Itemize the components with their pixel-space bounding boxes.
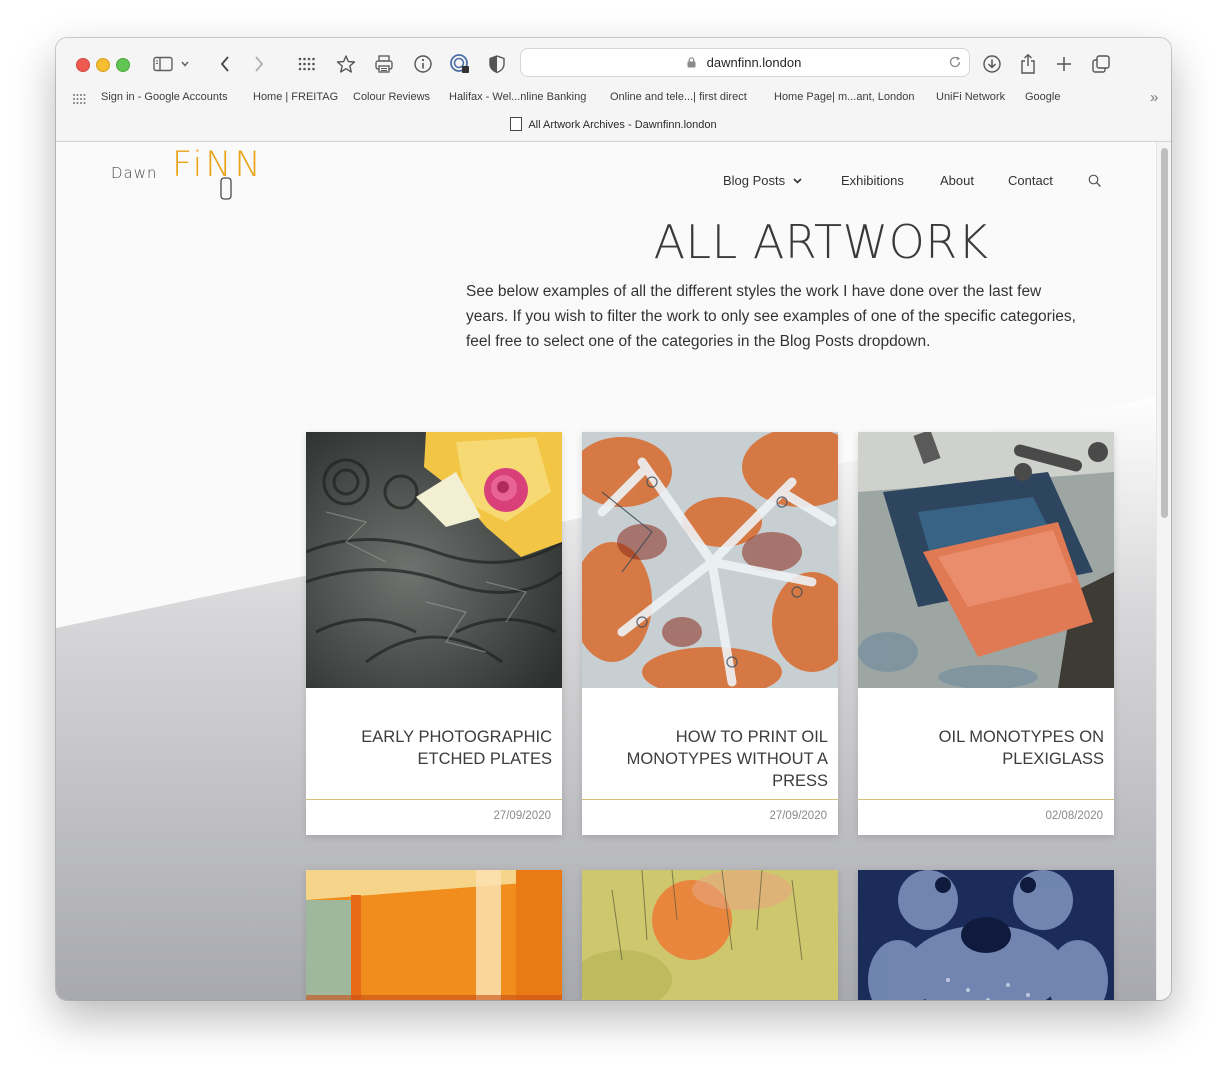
zoom-window-button[interactable] [116, 58, 130, 72]
tab-active[interactable]: All Artwork Archives - Dawnfinn.london [56, 110, 1171, 141]
shield-icon[interactable] [485, 52, 509, 76]
artwork-card-date: 27/09/2020 [493, 810, 551, 822]
card-divider [306, 799, 562, 800]
nav-exhibitions[interactable]: Exhibitions [841, 173, 904, 188]
info-icon[interactable] [411, 52, 435, 76]
artwork-card[interactable]: OIL MONOTYPES ON PLEXIGLASS 02/08/2020 [858, 432, 1114, 835]
reload-icon[interactable] [948, 55, 962, 69]
new-tab-icon[interactable] [1052, 52, 1076, 76]
browser-window: dawnfinn.london Sign in - Google Account… [56, 38, 1171, 1000]
artwork-image[interactable] [582, 870, 838, 1000]
artwork-image[interactable] [582, 432, 838, 688]
share-icon[interactable] [1016, 52, 1040, 76]
artwork-card[interactable] [306, 870, 562, 1000]
star-icon[interactable] [334, 52, 358, 76]
close-window-button[interactable] [76, 58, 90, 72]
logo-finn-text: FiNN [172, 145, 264, 185]
browser-toolbar: dawnfinn.london [56, 38, 1171, 90]
download-icon[interactable] [980, 52, 1004, 76]
bookmark-item[interactable]: UniFi Network [936, 91, 1005, 103]
bookmarks-bar: Sign in - Google Accounts Home | FREITAG… [56, 89, 1171, 110]
bookmark-item[interactable]: Home | FREITAG [253, 91, 338, 103]
artwork-image[interactable] [858, 432, 1114, 688]
bookmark-item[interactable]: Halifax - Wel...nline Banking [449, 91, 586, 103]
minimize-window-button[interactable] [96, 58, 110, 72]
forward-icon[interactable] [247, 52, 271, 76]
address-bar[interactable]: dawnfinn.london [521, 49, 969, 76]
chevron-down-icon [793, 178, 802, 184]
scrollbar-thumb[interactable] [1161, 148, 1168, 518]
nav-blog-posts-label: Blog Posts [723, 173, 786, 188]
apps-grid-icon[interactable] [72, 93, 86, 105]
bookmark-item[interactable]: Sign in - Google Accounts [101, 91, 228, 103]
page-intro: See below examples of all the different … [466, 283, 1076, 350]
artwork-card[interactable]: HOW TO PRINT OIL MONOTYPES WITHOUT A PRE… [582, 432, 838, 835]
search-icon[interactable] [1088, 174, 1102, 188]
logo-mark-icon [220, 177, 232, 200]
artwork-card-date: 27/09/2020 [769, 810, 827, 822]
bookmark-item[interactable]: Colour Reviews [353, 91, 430, 103]
tab-title: All Artwork Archives - Dawnfinn.london [528, 119, 717, 131]
nav-contact[interactable]: Contact [1008, 173, 1053, 188]
artwork-image[interactable] [306, 432, 562, 688]
print-icon[interactable] [372, 52, 396, 76]
scrollbar[interactable] [1156, 142, 1171, 1000]
nav-about[interactable]: About [940, 173, 974, 188]
artwork-card[interactable]: EARLY PHOTOGRAPHIC ETCHED PLATES 27/09/2… [306, 432, 562, 835]
tab-bar: All Artwork Archives - Dawnfinn.london [56, 110, 1171, 142]
nav-blog-posts[interactable]: Blog Posts [723, 173, 802, 188]
logo-dawn-text: Dawn [111, 164, 158, 182]
password-icon[interactable] [448, 52, 472, 76]
tab-overview-icon[interactable] [1089, 52, 1113, 76]
page-title: ALL ARTWORK [653, 215, 989, 269]
artwork-card-title[interactable]: EARLY PHOTOGRAPHIC ETCHED PLATES [318, 726, 552, 770]
bookmark-item[interactable]: Online and tele...| first direct [610, 91, 747, 103]
favicon-icon [510, 117, 523, 131]
sidebar-icon[interactable] [151, 52, 175, 76]
card-divider [582, 799, 838, 800]
chevron-down-icon[interactable] [178, 52, 192, 76]
bookmark-item[interactable]: Google [1025, 91, 1060, 103]
artwork-card-date: 02/08/2020 [1045, 810, 1103, 822]
bookmark-item[interactable]: Home Page| m...ant, London [774, 91, 914, 103]
artwork-image[interactable] [306, 870, 562, 1000]
artwork-card-title[interactable]: OIL MONOTYPES ON PLEXIGLASS [870, 726, 1104, 770]
artwork-card[interactable] [582, 870, 838, 1000]
grid-icon[interactable] [295, 52, 319, 76]
page-content: Dawn FiNN Blog Posts Exhibitions About C… [56, 142, 1171, 1000]
artwork-card[interactable] [858, 870, 1114, 1000]
bookmarks-overflow-button[interactable]: » [1150, 89, 1158, 106]
artwork-card-title[interactable]: HOW TO PRINT OIL MONOTYPES WITHOUT A PRE… [594, 726, 828, 792]
url-text: dawnfinn.london [706, 55, 802, 70]
back-icon[interactable] [213, 52, 237, 76]
artwork-image[interactable] [858, 870, 1114, 1000]
card-divider [858, 799, 1114, 800]
